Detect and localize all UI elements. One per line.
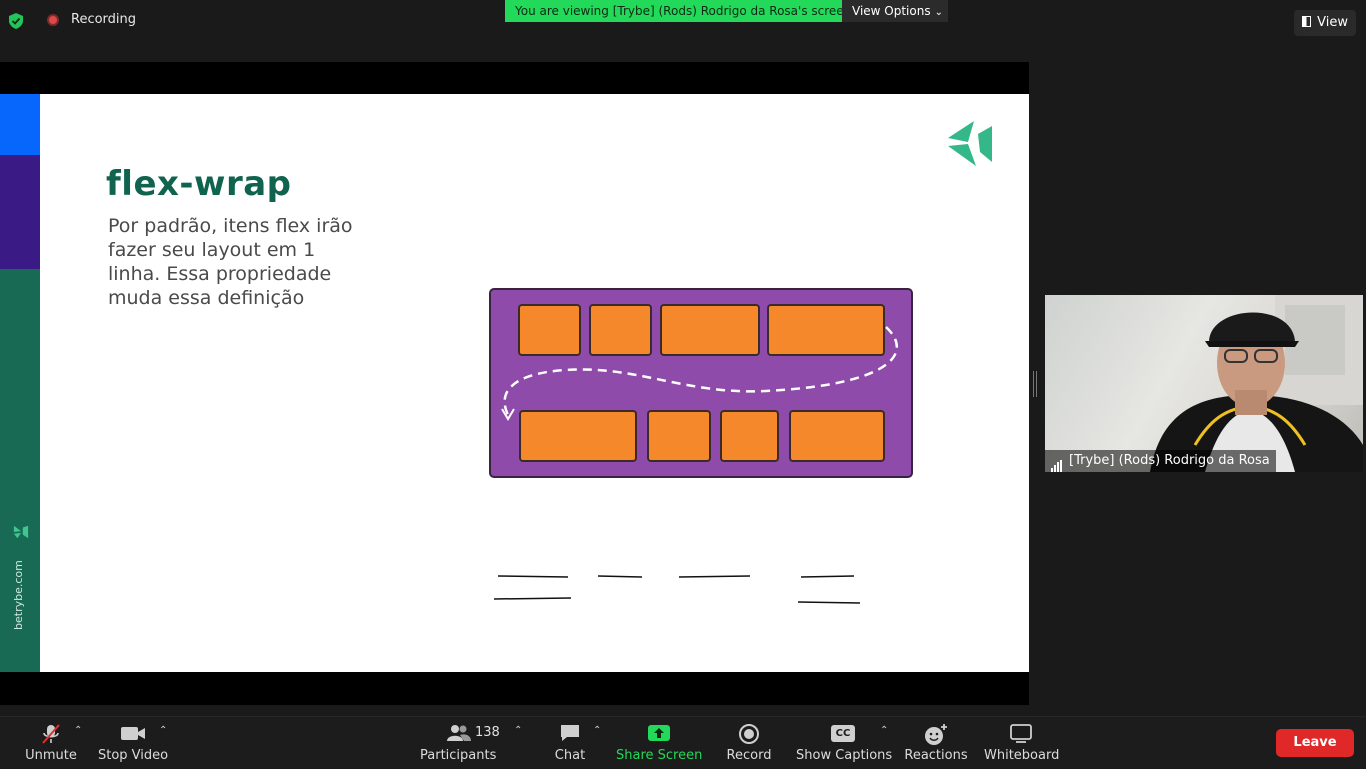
share-screen-icon	[648, 725, 670, 741]
unmute-label: Unmute	[25, 748, 77, 763]
view-options-button[interactable]: View Options ⌄	[842, 0, 948, 22]
participants-icon	[447, 725, 471, 741]
whiteboard-icon	[1010, 724, 1032, 743]
meeting-top-bar: Recording You are viewing [Trybe] (Rods)…	[0, 0, 1366, 62]
flex-wrap-illustration	[489, 288, 913, 478]
leave-button[interactable]: Leave	[1276, 729, 1354, 757]
chat-bubble-icon	[561, 725, 579, 741]
share-screen-button[interactable]: Share Screen	[616, 717, 702, 769]
participants-count: 138	[475, 725, 500, 740]
participants-options-chevron-icon[interactable]: ⌃	[514, 725, 522, 736]
presentation-slide: betrybe.com flex-wrap Por padrão, itens …	[0, 94, 1029, 672]
show-captions-label: Show Captions	[796, 748, 893, 763]
slide-sidebar: betrybe.com	[0, 94, 40, 672]
closed-captions-icon: CC	[831, 725, 855, 742]
trybe-logo-icon	[948, 121, 992, 166]
show-captions-button[interactable]: CC Show Captions	[796, 717, 893, 769]
participant-name-label: [Trybe] (Rods) Rodrigo da Rosa	[1045, 450, 1276, 472]
stop-video-label: Stop Video	[98, 748, 169, 763]
slide-title: flex-wrap	[106, 164, 292, 204]
sidebar-blue-block	[0, 94, 40, 155]
captions-options-chevron-icon[interactable]: ⌃	[880, 725, 888, 736]
slide-body-text: Por padrão, itens flex irão fazer seu la…	[108, 215, 353, 309]
view-options-label: View Options	[852, 4, 931, 18]
reactions-emoji-icon	[925, 724, 947, 745]
chat-options-chevron-icon[interactable]: ⌃	[593, 725, 601, 736]
participant-video-frame	[1150, 295, 1363, 472]
reactions-button[interactable]: Reactions	[904, 717, 968, 769]
whiteboard-label: Whiteboard	[984, 748, 1060, 763]
view-layout-icon	[1302, 16, 1312, 27]
meeting-toolbar: Unmute ⌃ Stop Video ⌃ Participants 138 ⌃…	[0, 716, 1366, 768]
stop-video-button[interactable]: Stop Video	[98, 717, 168, 769]
recording-dot-icon	[47, 14, 59, 26]
participant-video-tile[interactable]: [Trybe] (Rods) Rodrigo da Rosa	[1045, 295, 1363, 472]
record-button[interactable]: Record	[724, 717, 774, 769]
whiteboard-button[interactable]: Whiteboard	[984, 717, 1060, 769]
trybe-logo-icon	[13, 525, 29, 539]
whiteboard-annotation-lines	[493, 575, 861, 604]
signal-strength-icon	[1051, 450, 1063, 472]
viewing-screen-banner: You are viewing [Trybe] (Rods) Rodrigo d…	[505, 0, 862, 22]
video-camera-icon	[121, 727, 145, 740]
participant-name: [Trybe] (Rods) Rodrigo da Rosa	[1069, 453, 1270, 468]
betrybe-site-label: betrybe.com	[12, 560, 25, 630]
view-button[interactable]: View	[1294, 10, 1356, 36]
video-options-chevron-icon[interactable]: ⌃	[159, 725, 167, 736]
chat-label: Chat	[554, 748, 586, 763]
record-label: Record	[726, 748, 772, 763]
panel-resize-handle[interactable]	[1033, 371, 1037, 397]
view-label: View	[1317, 15, 1348, 30]
security-shield-icon[interactable]	[8, 12, 24, 30]
microphone-muted-icon	[42, 724, 60, 744]
share-screen-label: Share Screen	[616, 748, 703, 763]
sidebar-purple-block	[0, 155, 40, 269]
reactions-label: Reactions	[904, 748, 968, 763]
unmute-button[interactable]: Unmute	[22, 717, 80, 769]
record-icon	[739, 724, 759, 744]
audio-options-chevron-icon[interactable]: ⌃	[74, 725, 82, 736]
participants-label: Participants	[420, 748, 497, 763]
chevron-down-icon: ⌄	[934, 7, 943, 18]
recording-label: Recording	[71, 12, 137, 27]
chat-button[interactable]: Chat	[550, 717, 590, 769]
